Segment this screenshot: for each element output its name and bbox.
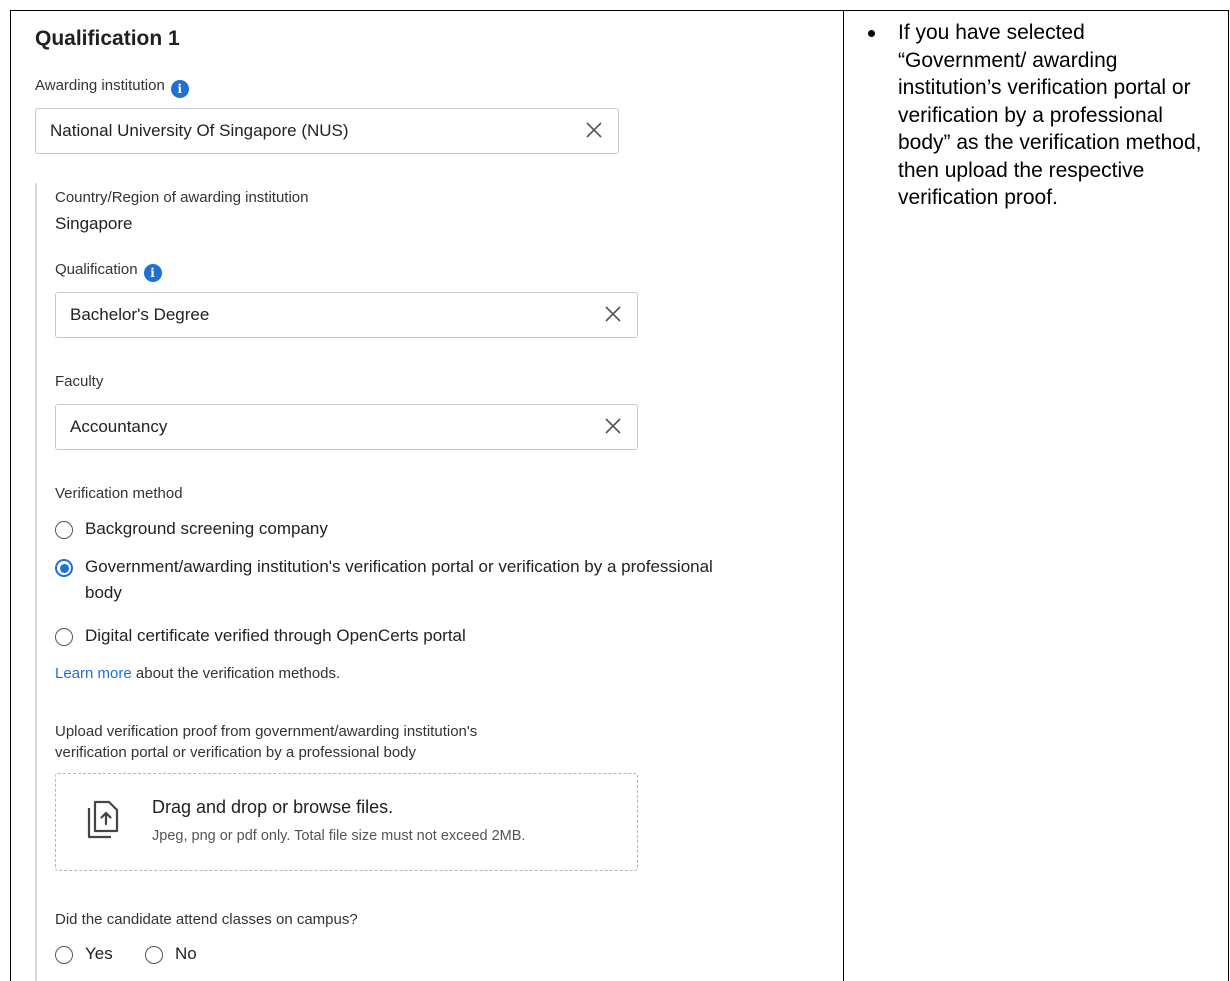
upload-label: Upload verification proof from governmen… xyxy=(55,721,477,763)
radio-opencerts[interactable]: Digital certificate verified through Ope… xyxy=(55,626,466,649)
upload-label-line2: verification portal or verification by a… xyxy=(55,744,417,761)
verification-method-label: Verification method xyxy=(55,485,183,502)
instruction-note: If you have selected “Government/ awardi… xyxy=(868,19,1218,212)
radio-label-line1: Government/awarding institution's verifi… xyxy=(85,557,713,576)
radio-button[interactable] xyxy=(55,521,73,539)
faculty-value: Accountancy xyxy=(70,417,168,436)
group-indent-bar xyxy=(35,183,37,981)
qualification-label-text: Qualification xyxy=(55,261,138,278)
awarding-institution-label-text: Awarding institution xyxy=(35,77,165,94)
radio-label: Background screening company xyxy=(85,519,328,538)
qualification-value: Bachelor's Degree xyxy=(70,305,210,324)
awarding-institution-value: National University Of Singapore (NUS) xyxy=(50,121,349,140)
radio-label: Digital certificate verified through Ope… xyxy=(85,626,466,645)
upload-label-line1: Upload verification proof from governmen… xyxy=(55,723,478,740)
awarding-institution-field[interactable]: National University Of Singapore (NUS) xyxy=(35,108,619,154)
clear-icon[interactable] xyxy=(582,118,606,142)
clear-icon[interactable] xyxy=(601,414,625,438)
learn-more-text: Learn more about the verification method… xyxy=(55,665,340,682)
info-icon[interactable]: i xyxy=(143,264,162,282)
radio-label: Yes xyxy=(85,944,113,963)
info-icon[interactable]: i xyxy=(170,80,189,98)
qualification-title: Qualification 1 xyxy=(35,27,180,50)
radio-campus-yes[interactable]: Yes xyxy=(55,944,113,967)
note-panel: If you have selected “Government/ awardi… xyxy=(844,11,1229,981)
radio-campus-no[interactable]: No xyxy=(145,944,197,967)
file-upload-icon xyxy=(86,800,120,840)
radio-background-screening[interactable]: Background screening company xyxy=(55,519,328,542)
radio-label: No xyxy=(175,944,197,963)
faculty-field[interactable]: Accountancy xyxy=(55,404,638,450)
learn-more-link[interactable]: Learn more xyxy=(55,665,132,682)
country-value: Singapore xyxy=(55,214,133,233)
form-panel: Qualification 1 Awarding institution i Na… xyxy=(11,11,843,981)
instruction-text: If you have selected “Government/ awardi… xyxy=(898,21,1202,209)
learn-more-rest: about the verification methods. xyxy=(131,665,341,682)
faculty-label: Faculty xyxy=(55,373,104,390)
qualification-label: Qualification i xyxy=(55,261,162,282)
awarding-institution-label: Awarding institution i xyxy=(35,77,189,98)
clear-icon[interactable] xyxy=(601,302,625,326)
country-label: Country/Region of awarding institution xyxy=(55,189,309,206)
radio-button[interactable] xyxy=(55,946,73,964)
radio-government-portal[interactable]: Government/awarding institution's verifi… xyxy=(55,557,713,606)
radio-label-line2: body xyxy=(85,583,122,602)
dropzone-hint: Jpeg, png or pdf only. Total file size m… xyxy=(152,828,526,844)
radio-label: Government/awarding institution's verifi… xyxy=(85,554,713,606)
qualification-field[interactable]: Bachelor's Degree xyxy=(55,292,638,338)
radio-button[interactable] xyxy=(145,946,163,964)
campus-question-label: Did the candidate attend classes on camp… xyxy=(55,911,358,928)
dropzone-text: Drag and drop or browse files. xyxy=(152,797,394,817)
radio-button[interactable] xyxy=(55,628,73,646)
radio-button-selected[interactable] xyxy=(55,559,73,577)
bullet-icon xyxy=(868,30,875,37)
file-dropzone[interactable]: Drag and drop or browse files. Jpeg, png… xyxy=(55,773,638,871)
